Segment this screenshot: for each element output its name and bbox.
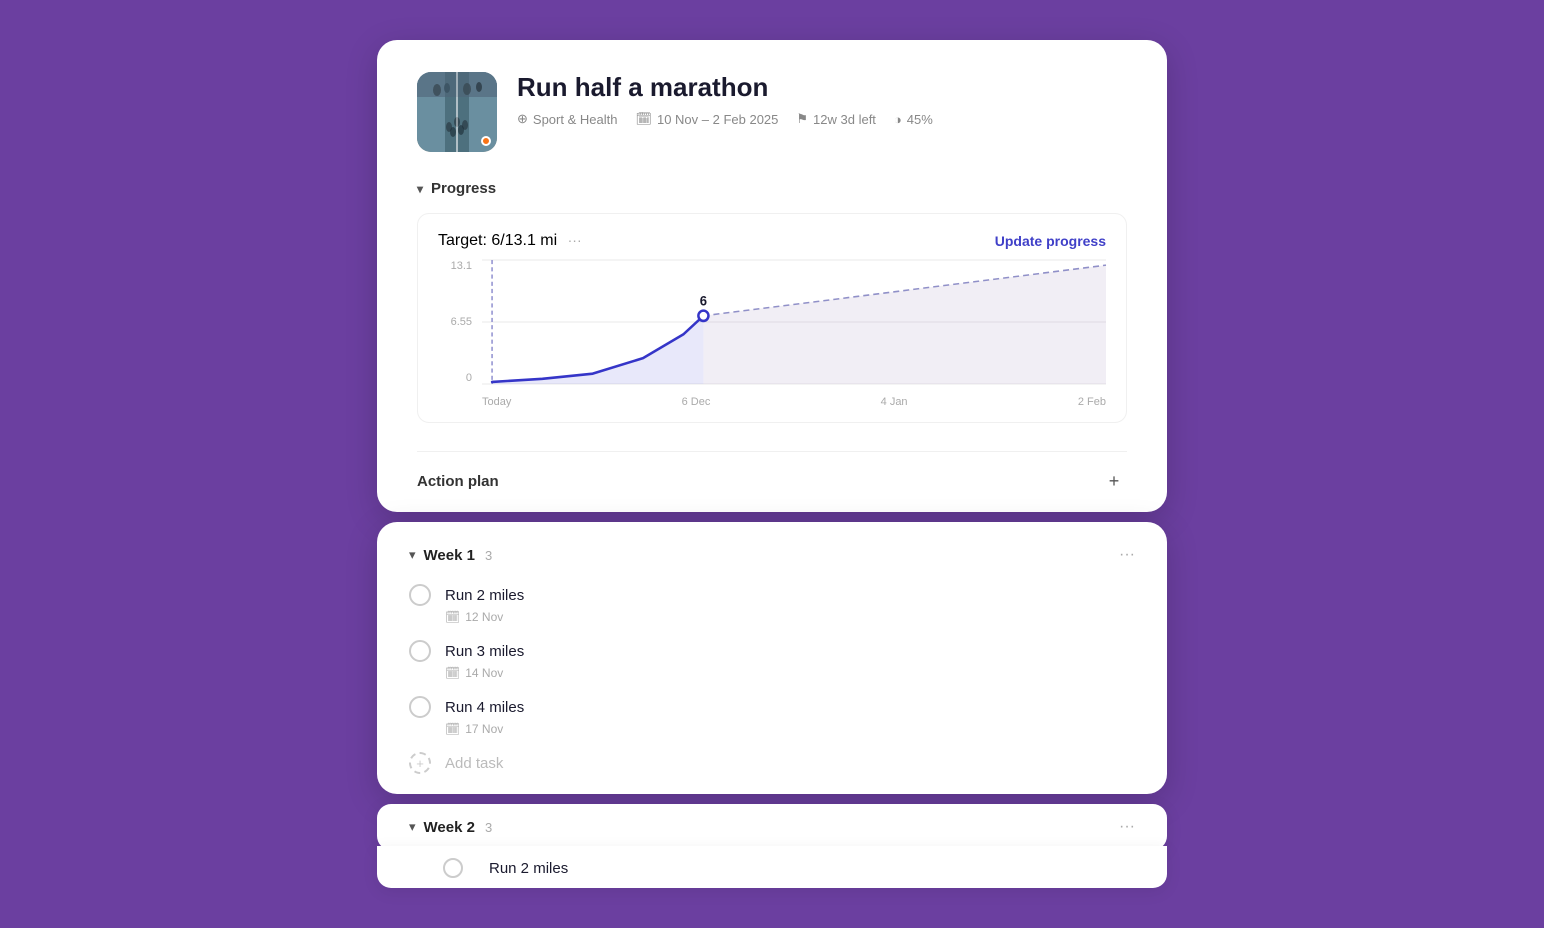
chart-area: 13.1 6.55 0 — [438, 260, 1106, 408]
chart-container: Target: 6/13.1 mi ··· Update progress 13… — [417, 213, 1127, 423]
week1-count: 3 — [485, 548, 492, 563]
task-date-text: 12 Nov — [465, 610, 503, 624]
week2-task-name: Run 2 miles — [489, 860, 568, 877]
task-name-run3miles: Run 3 miles — [445, 643, 524, 660]
week2-options-button[interactable]: ··· — [1119, 818, 1135, 836]
progress-section-label: Progress — [431, 180, 496, 197]
calendar-icon: 🗓 — [445, 610, 460, 624]
task-date-text: 14 Nov — [465, 666, 503, 680]
y-axis: 13.1 6.55 0 — [438, 260, 478, 384]
progress-icon: ◑ — [894, 112, 902, 127]
task-row: Run 4 miles — [409, 696, 1135, 718]
calendar-icon: 🗓 — [635, 111, 652, 127]
week2-bar: ▾ Week 2 3 ··· — [377, 804, 1167, 850]
week1-title-area: ▾ Week 1 3 — [409, 547, 492, 564]
task-checkbox-run4miles[interactable] — [409, 696, 431, 718]
category-icon: ⊕ — [517, 111, 528, 127]
dates-label: 10 Nov – 2 Feb 2025 — [657, 112, 778, 127]
progress-section: ▾ Progress Target: 6/13.1 mi ··· Update … — [417, 180, 1127, 512]
task-item-run4miles: Run 4 miles 🗓 17 Nov — [409, 696, 1135, 736]
task-row: Run 2 miles — [409, 584, 1135, 606]
task-checkbox-run2miles[interactable] — [409, 584, 431, 606]
x-label-today: Today — [482, 396, 511, 408]
x-label-4jan: 4 Jan — [881, 396, 908, 408]
week2-count: 3 — [485, 820, 492, 835]
chart-options-dots[interactable]: ··· — [568, 232, 582, 248]
add-task-plus-icon: + — [416, 756, 424, 771]
goal-card: Run half a marathon ⊕ Sport & Health 🗓 1… — [377, 40, 1167, 512]
x-label-2feb: 2 Feb — [1078, 396, 1106, 408]
add-task-row[interactable]: + Add task — [409, 752, 1135, 774]
week1-card: ▾ Week 1 3 ··· Run 2 miles 🗓 12 Nov Run … — [377, 522, 1167, 794]
y-label-mid: 6.55 — [451, 316, 472, 328]
task-date-text: 17 Nov — [465, 722, 503, 736]
chart-svg: 6 — [482, 260, 1106, 384]
week1-title: Week 1 — [424, 547, 475, 564]
category-label: Sport & Health — [533, 112, 618, 127]
calendar-icon: 🗓 — [445, 722, 460, 736]
task-date-run3miles: 🗓 14 Nov — [445, 666, 1135, 680]
flag-icon: ⚑ — [796, 111, 808, 127]
x-label-6dec: 6 Dec — [682, 396, 711, 408]
week2-task-checkbox[interactable] — [443, 858, 463, 878]
target-text: Target: 6/13.1 mi — [438, 232, 557, 249]
y-label-bottom: 0 — [466, 372, 472, 384]
week1-chevron-icon[interactable]: ▾ — [409, 547, 416, 563]
chart-svg-container: 6 — [482, 260, 1106, 384]
week2-title: Week 2 — [424, 819, 475, 836]
week2-chevron-icon[interactable]: ▾ — [409, 819, 416, 835]
task-checkbox-run3miles[interactable] — [409, 640, 431, 662]
timeleft-meta: ⚑ 12w 3d left — [796, 111, 876, 127]
action-plan-row: Action plan + — [417, 451, 1127, 512]
y-label-top: 13.1 — [451, 260, 472, 272]
week1-options-button[interactable]: ··· — [1119, 546, 1135, 564]
task-name-run4miles: Run 4 miles — [445, 699, 524, 716]
week1-header: ▾ Week 1 3 ··· — [409, 546, 1135, 564]
action-plan-add-button[interactable]: + — [1101, 468, 1127, 494]
week2-first-task: Run 2 miles — [377, 846, 1167, 888]
update-progress-button[interactable]: Update progress — [995, 233, 1106, 249]
action-plan-title: Action plan — [417, 473, 499, 490]
goal-title: Run half a marathon — [517, 72, 1127, 103]
progress-pct-label: 45% — [907, 112, 933, 127]
task-date-run2miles: 🗓 12 Nov — [445, 610, 1135, 624]
add-task-circle-icon: + — [409, 752, 431, 774]
goal-meta: ⊕ Sport & Health 🗓 10 Nov – 2 Feb 2025 ⚑… — [517, 111, 1127, 127]
x-axis: Today 6 Dec 4 Jan 2 Feb — [482, 396, 1106, 408]
task-item-run3miles: Run 3 miles 🗓 14 Nov — [409, 640, 1135, 680]
svg-text:6: 6 — [700, 293, 707, 308]
chart-target-label: Target: 6/13.1 mi ··· — [438, 232, 582, 250]
goal-status-dot — [481, 136, 491, 146]
task-name-run2miles: Run 2 miles — [445, 587, 524, 604]
task-item-run2miles: Run 2 miles 🗓 12 Nov — [409, 584, 1135, 624]
week2-task-row: Run 2 miles — [443, 858, 1135, 878]
add-task-label: Add task — [445, 755, 503, 772]
timeleft-label: 12w 3d left — [813, 112, 876, 127]
category-meta: ⊕ Sport & Health — [517, 111, 617, 127]
calendar-icon: 🗓 — [445, 666, 460, 680]
task-row: Run 3 miles — [409, 640, 1135, 662]
task-date-run4miles: 🗓 17 Nov — [445, 722, 1135, 736]
goal-info: Run half a marathon ⊕ Sport & Health 🗓 1… — [517, 72, 1127, 127]
dates-meta: 🗓 10 Nov – 2 Feb 2025 — [635, 111, 778, 127]
progress-section-header: ▾ Progress — [417, 180, 1127, 197]
progress-meta: ◑ 45% — [894, 112, 933, 127]
week2-left: ▾ Week 2 3 — [409, 819, 492, 836]
chart-top: Target: 6/13.1 mi ··· Update progress — [438, 232, 1106, 250]
goal-image-wrapper — [417, 72, 497, 152]
goal-header: Run half a marathon ⊕ Sport & Health 🗓 1… — [417, 72, 1127, 152]
progress-chevron-icon: ▾ — [417, 182, 423, 196]
